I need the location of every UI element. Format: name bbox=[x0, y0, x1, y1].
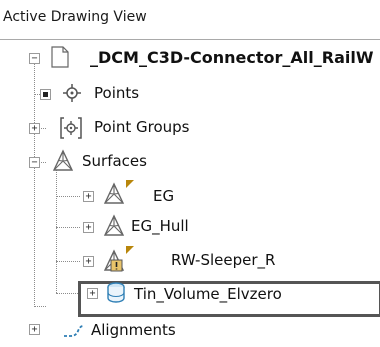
tree-connector bbox=[56, 293, 80, 294]
point-group-icon bbox=[59, 116, 83, 140]
tree-label-alignments[interactable]: Alignments bbox=[91, 321, 176, 339]
expand-toggle[interactable]: + bbox=[83, 256, 94, 267]
expand-toggle[interactable]: + bbox=[87, 288, 98, 299]
tree-label-eg-hull[interactable]: EG_Hull bbox=[131, 217, 189, 235]
expand-toggle[interactable]: + bbox=[83, 191, 94, 202]
tree-label-point-groups[interactable]: Point Groups bbox=[94, 118, 190, 136]
tree-label-tin-volume[interactable]: Tin_Volume_Elvzero bbox=[134, 285, 282, 303]
alignment-icon bbox=[62, 322, 84, 340]
tree-connector bbox=[56, 261, 80, 262]
modified-flag-icon bbox=[125, 240, 135, 254]
leaf-marker bbox=[40, 89, 51, 100]
expand-toggle[interactable]: + bbox=[29, 123, 40, 134]
collapse-toggle[interactable]: − bbox=[29, 53, 40, 64]
surface-warning-icon bbox=[101, 248, 127, 274]
collapse-toggle[interactable]: − bbox=[29, 157, 40, 168]
prospector-tree[interactable]: − _DCM_C3D-Connector_All_RailW Points + bbox=[0, 41, 380, 347]
tree-connector bbox=[34, 63, 35, 307]
tree-label-surfaces[interactable]: Surfaces bbox=[82, 152, 147, 170]
tree-connector bbox=[56, 168, 57, 293]
tree-label-root[interactable]: _DCM_C3D-Connector_All_RailW bbox=[90, 48, 374, 67]
expand-toggle[interactable]: + bbox=[29, 324, 40, 335]
panel-header: Active Drawing View bbox=[0, 0, 380, 40]
tree-connector bbox=[56, 196, 80, 197]
tree-connector bbox=[56, 227, 80, 228]
tree-label-rw-sleeper[interactable]: RW-Sleeper_R bbox=[171, 251, 275, 269]
tree-connector bbox=[34, 306, 46, 307]
modified-flag-icon bbox=[125, 174, 135, 188]
surface-icon bbox=[50, 148, 76, 174]
tree-label-eg[interactable]: EG bbox=[153, 187, 174, 205]
surface-icon bbox=[101, 181, 127, 207]
surface-icon bbox=[101, 213, 127, 239]
tree-label-points[interactable]: Points bbox=[94, 84, 139, 102]
volume-surface-icon bbox=[105, 281, 127, 305]
expand-toggle[interactable]: + bbox=[83, 222, 94, 233]
drawing-document-icon bbox=[50, 46, 70, 68]
panel-title: Active Drawing View bbox=[3, 9, 147, 25]
point-crosshair-icon bbox=[62, 83, 82, 103]
